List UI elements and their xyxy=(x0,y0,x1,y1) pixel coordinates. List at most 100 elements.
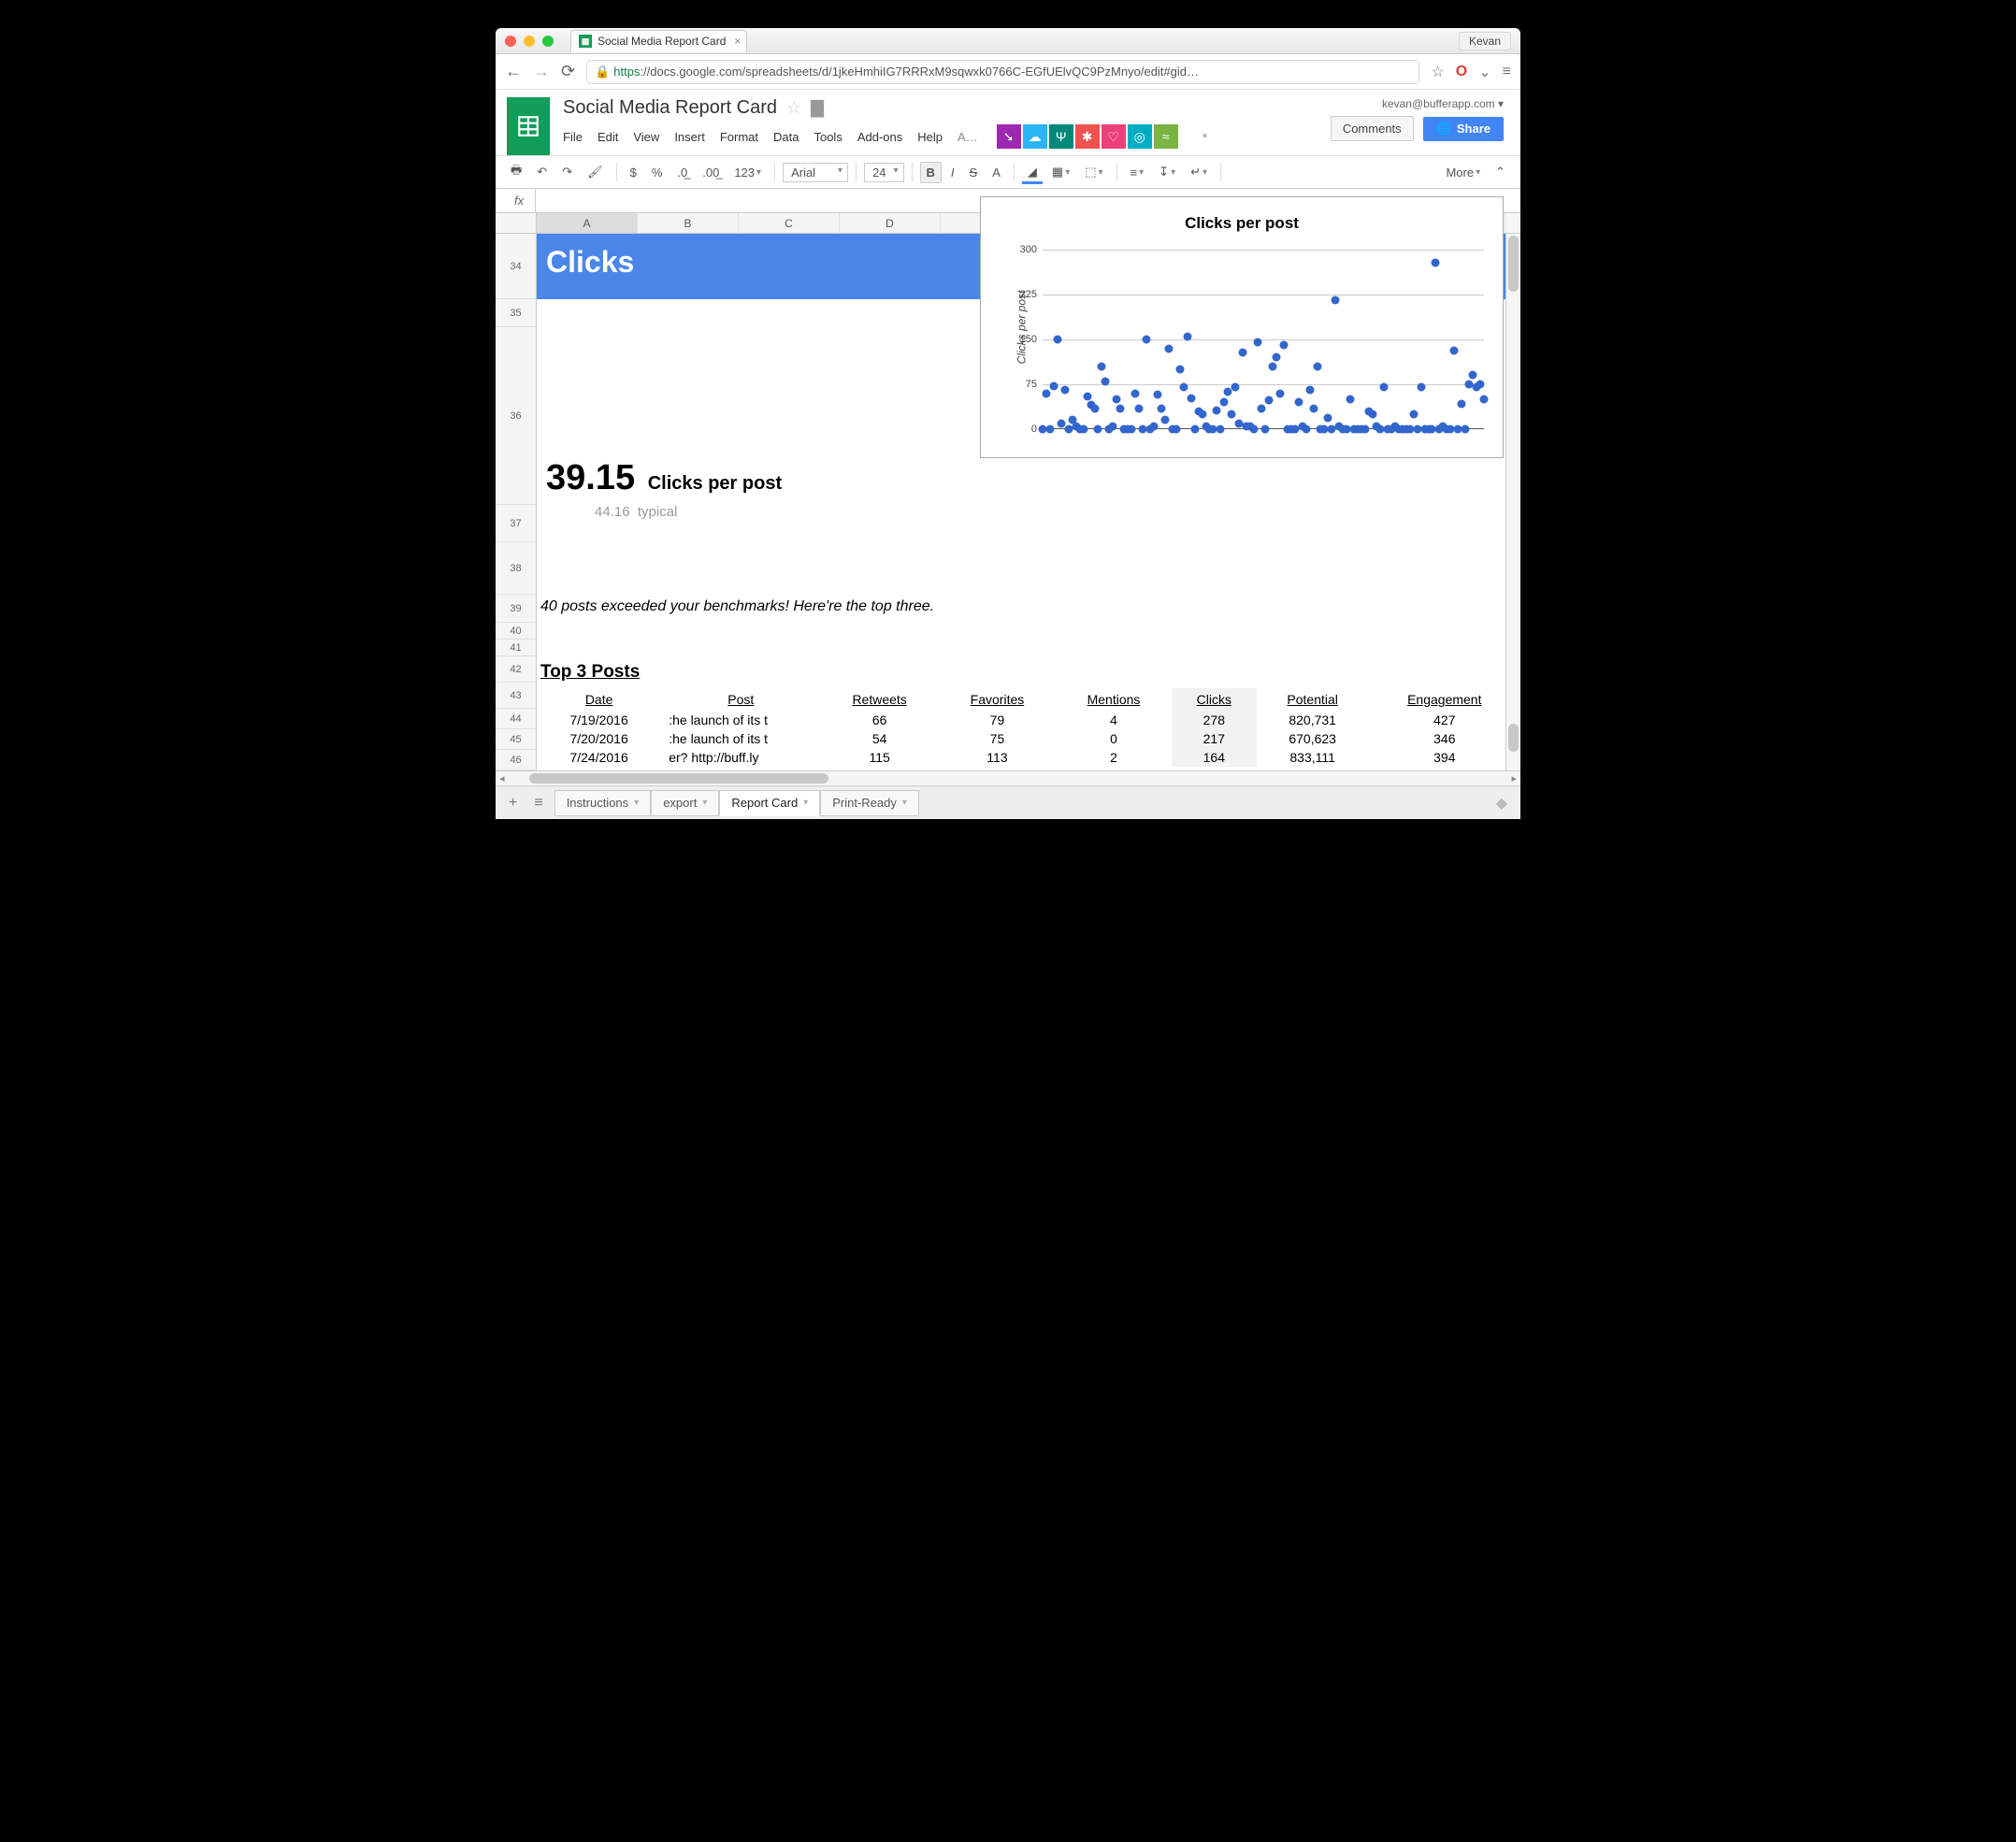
row-38[interactable]: 38 xyxy=(496,542,536,595)
table-cell[interactable]: 833,111 xyxy=(1257,748,1369,767)
row-43[interactable]: 43 xyxy=(496,683,536,709)
fill-color-button[interactable]: ◢ xyxy=(1022,162,1043,182)
table-cell[interactable]: 79 xyxy=(939,711,1056,729)
row-34[interactable]: 34 xyxy=(496,234,536,299)
table-header[interactable]: Potential xyxy=(1257,688,1369,711)
table-cell[interactable]: 427 xyxy=(1369,711,1520,729)
wrap-button[interactable]: ↵ ▾ xyxy=(1185,162,1213,182)
menu-help[interactable]: Help xyxy=(917,130,943,144)
table-cell[interactable]: 7/20/2016 xyxy=(537,729,661,748)
sheet-tab[interactable]: Report Card▾ xyxy=(719,790,820,816)
strikethrough-button[interactable]: S xyxy=(964,163,984,182)
hscrollbar-thumb[interactable] xyxy=(529,773,828,784)
table-header[interactable]: Favorites xyxy=(939,688,1056,711)
sheet-tab[interactable]: Print-Ready▾ xyxy=(820,790,919,816)
sheets-logo[interactable] xyxy=(507,97,550,155)
col-B[interactable]: B xyxy=(638,213,739,233)
col-D[interactable]: D xyxy=(840,213,941,233)
row-44[interactable]: 44 xyxy=(496,709,536,729)
menu-overflow[interactable]: A… xyxy=(958,130,978,144)
table-cell[interactable]: 4 xyxy=(1056,711,1172,729)
table-header[interactable]: Mentions xyxy=(1056,688,1172,711)
clicks-chart[interactable]: Clicks per post Clicks per post 07515022… xyxy=(980,196,1504,458)
scroll-right-icon[interactable]: ▸ xyxy=(1511,772,1517,784)
table-cell[interactable]: 217 xyxy=(1172,729,1257,748)
redo-icon[interactable]: ↷ xyxy=(556,162,578,182)
reload-button[interactable]: ⟳ xyxy=(561,62,575,81)
table-header[interactable]: Post xyxy=(661,688,820,711)
table-cell[interactable]: 113 xyxy=(939,748,1056,767)
star-icon[interactable]: ☆ xyxy=(786,98,801,118)
currency-button[interactable]: $ xyxy=(625,163,642,182)
font-family-select[interactable]: Arial xyxy=(783,163,848,182)
scrollbar-thumb-lower[interactable] xyxy=(1508,724,1519,752)
v-align-button[interactable]: ↧ ▾ xyxy=(1153,162,1181,182)
table-cell[interactable]: 7/19/2016 xyxy=(537,711,661,729)
menu-insert[interactable]: Insert xyxy=(674,130,705,144)
vertical-scrollbar[interactable] xyxy=(1505,234,1520,770)
table-cell[interactable]: 820,731 xyxy=(1257,711,1369,729)
extension-icon[interactable]: O xyxy=(1456,64,1467,80)
table-cell[interactable]: er? http://buff.ly xyxy=(661,748,820,767)
back-button[interactable]: ← xyxy=(505,62,522,81)
addon-badge[interactable]: ◎ xyxy=(1128,124,1152,149)
table-cell[interactable]: 2 xyxy=(1056,748,1172,767)
sheet-tab[interactable]: export▾ xyxy=(651,790,719,816)
all-sheets-button[interactable]: ≡ xyxy=(528,795,548,812)
print-icon[interactable]: 🖶 xyxy=(505,159,527,185)
document-title[interactable]: Social Media Report Card xyxy=(563,97,777,119)
increase-decimal-button[interactable]: .00̲ xyxy=(697,163,725,182)
maximize-window-button[interactable] xyxy=(542,36,554,47)
merge-button[interactable]: ⬚ ▾ xyxy=(1079,162,1108,182)
row-41[interactable]: 41 xyxy=(496,640,536,656)
table-row[interactable]: 7/19/2016:he launch of its t66794278820,… xyxy=(537,711,1520,729)
bookmark-star-icon[interactable]: ☆ xyxy=(1431,63,1444,81)
col-A[interactable]: A xyxy=(537,213,638,233)
share-button[interactable]: 🌐 Share xyxy=(1423,117,1504,141)
add-sheet-button[interactable]: + xyxy=(503,795,523,812)
more-formats-button[interactable]: More ▾ xyxy=(1440,163,1486,182)
row-45[interactable]: 45 xyxy=(496,729,536,750)
col-C[interactable]: C xyxy=(739,213,840,233)
h-align-button[interactable]: ≡ ▾ xyxy=(1125,163,1150,182)
close-tab-icon[interactable]: × xyxy=(734,35,741,48)
table-cell[interactable]: 7/24/2016 xyxy=(537,748,661,767)
menu-format[interactable]: Format xyxy=(720,130,758,144)
table-header[interactable]: Engagement xyxy=(1369,688,1520,711)
table-header[interactable]: Date xyxy=(537,688,661,711)
table-cell[interactable]: :he launch of its t xyxy=(661,711,820,729)
forward-button[interactable]: → xyxy=(533,62,550,81)
table-cell[interactable]: 394 xyxy=(1369,748,1520,767)
hamburger-menu-icon[interactable]: ≡ xyxy=(1503,64,1511,80)
row-46[interactable]: 46 xyxy=(496,750,536,770)
addon-badge[interactable]: Ψ xyxy=(1049,124,1073,149)
addon-badge[interactable]: ♡ xyxy=(1102,124,1126,149)
minimize-window-button[interactable] xyxy=(524,36,535,47)
menu-tools[interactable]: Tools xyxy=(814,130,842,144)
table-cell[interactable]: 278 xyxy=(1172,711,1257,729)
row-39[interactable]: 39 xyxy=(496,595,536,623)
row-36[interactable]: 36 xyxy=(496,327,536,505)
table-cell[interactable]: :he launch of its t xyxy=(661,729,820,748)
table-row[interactable]: 7/24/2016er? http://buff.ly1151132164833… xyxy=(537,748,1520,767)
addon-badge[interactable]: ≈ xyxy=(1154,124,1178,149)
close-window-button[interactable] xyxy=(505,36,516,47)
sheet-tab[interactable]: Instructions▾ xyxy=(554,790,652,816)
menu-addons[interactable]: Add-ons xyxy=(857,130,902,144)
table-header[interactable]: Retweets xyxy=(820,688,939,711)
menu-edit[interactable]: Edit xyxy=(598,130,618,144)
table-row[interactable]: 7/20/2016:he launch of its t54750217670,… xyxy=(537,729,1520,748)
sheet-tab-menu-icon[interactable]: ▾ xyxy=(803,798,808,808)
row-35[interactable]: 35 xyxy=(496,299,536,327)
table-cell[interactable]: 0 xyxy=(1056,729,1172,748)
row-40[interactable]: 40 xyxy=(496,623,536,640)
table-cell[interactable]: 670,623 xyxy=(1257,729,1369,748)
address-bar[interactable]: 🔒 https://docs.google.com/spreadsheets/d… xyxy=(586,60,1419,84)
row-42[interactable]: 42 xyxy=(496,656,536,683)
sheet-tab-menu-icon[interactable]: ▾ xyxy=(902,798,907,808)
comments-button[interactable]: Comments xyxy=(1331,116,1414,141)
table-cell[interactable]: 54 xyxy=(820,729,939,748)
table-cell[interactable]: 164 xyxy=(1172,748,1257,767)
row-37[interactable]: 37 xyxy=(496,505,536,542)
spreadsheet-grid[interactable]: 34 35 36 37 38 39 40 41 42 43 44 45 46 C… xyxy=(496,234,1520,785)
